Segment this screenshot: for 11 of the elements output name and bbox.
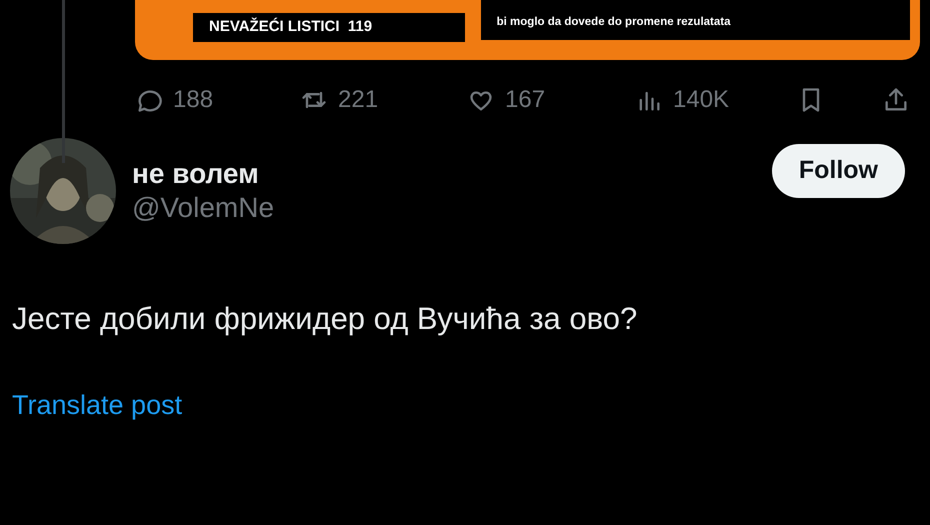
image-caption: bi moglo da dovede do promene rezulatata [480, 0, 910, 40]
views-button[interactable]: 140K [635, 82, 797, 118]
reply-button[interactable]: 188 [135, 82, 300, 118]
repost-button[interactable]: 221 [300, 82, 467, 118]
display-name: не волем [132, 157, 260, 191]
translate-link[interactable]: Translate post [12, 384, 182, 425]
invalid-ballots-label: NEVAŽEĆI LISTICI 119 [193, 13, 465, 42]
like-button[interactable]: 167 [467, 82, 635, 118]
follow-button[interactable]: Follow [772, 144, 905, 198]
post-text: Јесте добили фрижидер од Вучића за ово? [12, 300, 638, 338]
user-handle: @VolemNe [132, 191, 274, 225]
